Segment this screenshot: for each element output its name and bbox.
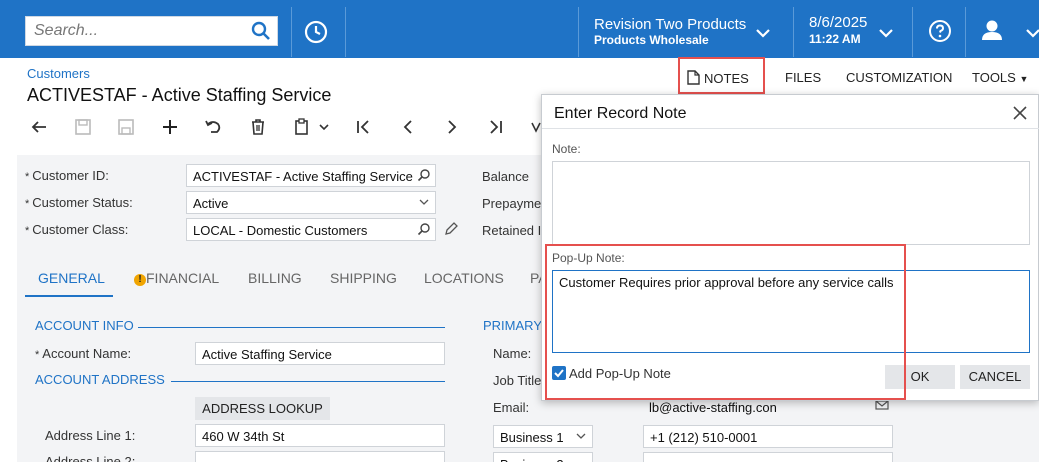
divider [345, 7, 346, 57]
close-icon[interactable] [1012, 105, 1028, 121]
chevron-down-icon[interactable] [755, 25, 771, 41]
address-line2-label: Address Line 2: [45, 454, 136, 462]
address-lookup-button[interactable]: ADDRESS LOOKUP [195, 397, 330, 420]
customer-id-field[interactable]: ACTIVESTAF - Active Staffing Service [186, 164, 436, 187]
add-icon[interactable] [160, 117, 180, 137]
delete-icon[interactable] [248, 117, 268, 137]
business-date[interactable]: 8/6/2025 11:22 AM [809, 14, 867, 47]
address-line1-label: Address Line 1: [45, 428, 136, 443]
tools-label: TOOLS [972, 70, 1016, 85]
name-label: Name: [493, 346, 532, 361]
phone2-type-select[interactable]: Business 2 [493, 452, 593, 462]
phone2-field[interactable] [643, 452, 893, 462]
phone1-field[interactable]: +1 (212) 510-0001 [643, 425, 893, 448]
account-address-heading: ACCOUNT ADDRESS [35, 372, 165, 387]
phone1-type-select[interactable]: Business 1 [493, 425, 593, 448]
chevron-down-icon[interactable] [878, 25, 894, 41]
customer-class-field[interactable]: LOCAL - Domestic Customers [186, 218, 436, 241]
note-textarea[interactable] [552, 161, 1030, 245]
customer-status-select[interactable]: Active [186, 191, 436, 214]
divider [542, 128, 1039, 129]
help-icon[interactable] [928, 19, 952, 43]
cancel-button[interactable]: CANCEL [960, 365, 1030, 389]
notes-button[interactable]: NOTES [678, 57, 765, 94]
divider [578, 7, 579, 57]
chevron-down-icon [419, 199, 429, 205]
branch-name: Products Wholesale [594, 33, 709, 47]
page-title: ACTIVESTAF - Active Staffing Service [27, 85, 332, 105]
search-input[interactable] [26, 17, 246, 45]
back-icon[interactable] [29, 117, 49, 137]
edit-icon[interactable] [443, 221, 459, 237]
top-bar: Revision Two Products Products Wholesale… [0, 0, 1039, 58]
primary-contact-heading: PRIMARY [483, 318, 542, 333]
chevron-down-icon[interactable] [1025, 25, 1039, 41]
active-tab-indicator [25, 295, 113, 297]
copy-paste-icon[interactable] [293, 117, 335, 137]
tab-billing[interactable]: BILLING [248, 270, 302, 286]
prepayments-label: Prepayme [482, 196, 542, 211]
files-button[interactable]: FILES [785, 70, 821, 85]
company-name: Revision Two Products [594, 16, 747, 33]
time-value: 11:22 AM [809, 32, 861, 46]
tab-shipping[interactable]: SHIPPING [330, 270, 397, 286]
branch-selector[interactable]: Revision Two Products Products Wholesale [594, 16, 746, 47]
customization-button[interactable]: CUSTOMIZATION [846, 70, 952, 85]
customer-status-label: * Customer Status: [25, 195, 133, 210]
divider [291, 7, 292, 57]
next-icon[interactable] [442, 117, 462, 137]
previous-icon[interactable] [398, 117, 418, 137]
retained-label: Retained I [482, 223, 542, 238]
note-label: Note: [552, 142, 581, 156]
divider [793, 7, 794, 57]
search-box[interactable] [25, 16, 278, 46]
highlight-frame [545, 244, 906, 400]
job-title-label: Job Title [493, 373, 542, 388]
search-icon[interactable] [251, 21, 271, 41]
dialog-title: Enter Record Note [554, 105, 687, 122]
divider [171, 381, 445, 382]
undo-icon[interactable] [203, 117, 223, 137]
tools-button[interactable]: TOOLS ▼ [972, 70, 1028, 85]
divider [912, 7, 913, 57]
warning-icon: ! [134, 274, 146, 286]
search-icon[interactable] [417, 222, 431, 236]
user-icon[interactable] [979, 18, 1005, 44]
notes-label: NOTES [704, 71, 749, 86]
customer-id-label: * Customer ID: [25, 168, 109, 183]
history-icon[interactable] [303, 19, 329, 45]
account-name-field[interactable]: Active Staffing Service [195, 342, 445, 365]
divider [138, 327, 445, 328]
save-close-icon[interactable] [73, 117, 93, 137]
tab-locations[interactable]: LOCATIONS [424, 270, 504, 286]
last-icon[interactable] [486, 117, 506, 137]
account-name-label: * Account Name: [35, 346, 132, 361]
note-icon [687, 70, 700, 85]
save-icon[interactable] [116, 117, 136, 137]
account-info-heading: ACCOUNT INFO [35, 318, 134, 333]
address-line2-field[interactable] [195, 451, 445, 462]
tab-general[interactable]: GENERAL [38, 270, 105, 286]
divider [965, 7, 966, 57]
chevron-down-icon [576, 433, 586, 439]
address-line1-field[interactable]: 460 W 34th St [195, 424, 445, 447]
breadcrumb[interactable]: Customers [27, 66, 90, 81]
first-icon[interactable] [353, 117, 373, 137]
caret-down-icon: ▼ [1019, 74, 1029, 84]
date-value: 8/6/2025 [809, 14, 868, 31]
tab-financial[interactable]: ! FINANCIAL [134, 270, 219, 286]
balance-label: Balance [482, 169, 529, 184]
email-label: Email: [493, 400, 530, 415]
customer-class-label: * Customer Class: [25, 222, 129, 237]
search-icon[interactable] [417, 168, 431, 182]
